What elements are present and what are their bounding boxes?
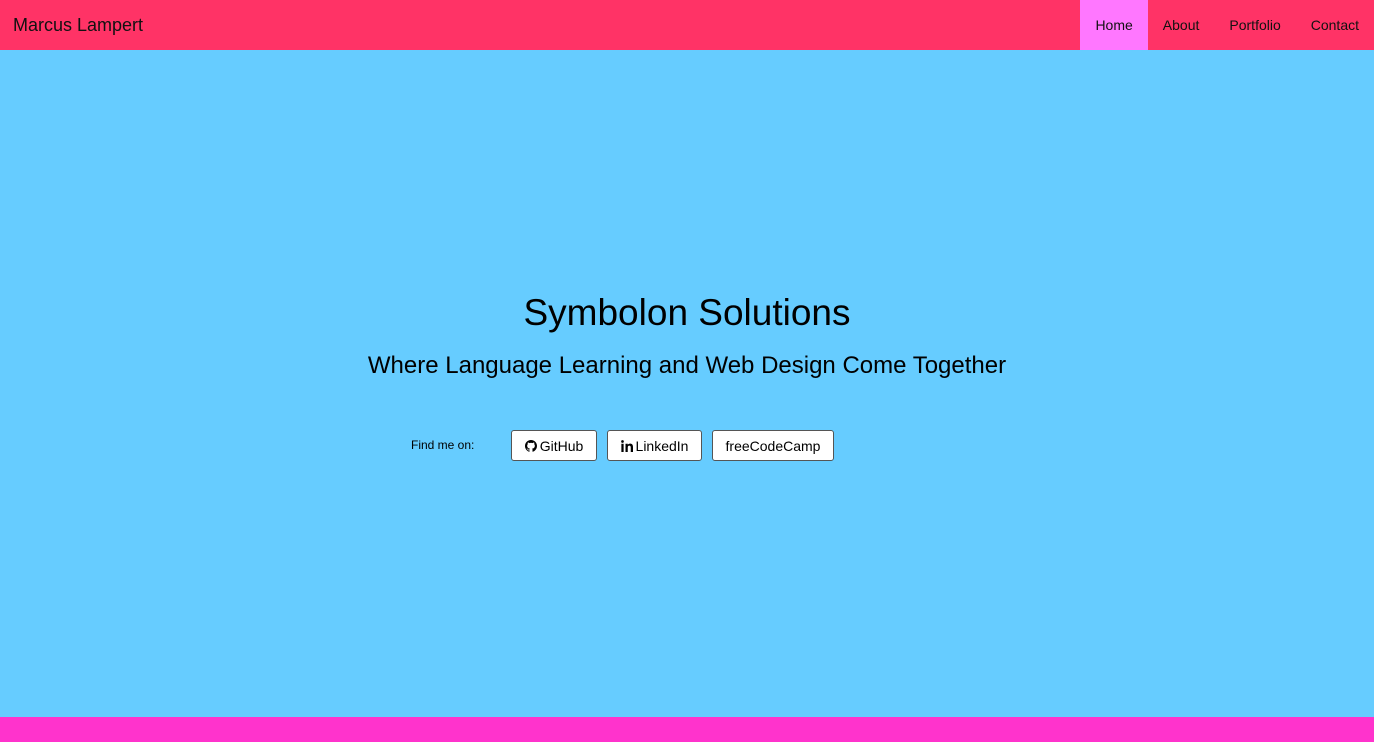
navbar: Marcus Lampert Home About Portfolio Cont… xyxy=(0,0,1374,50)
hero-subtitle: Where Language Learning and Web Design C… xyxy=(367,352,1007,379)
nav-item-home[interactable]: Home xyxy=(1080,0,1148,50)
find-me-label: Find me on: xyxy=(411,438,475,452)
github-icon xyxy=(524,439,537,452)
nav-item-portfolio[interactable]: Portfolio xyxy=(1214,0,1295,50)
nav-item-about[interactable]: About xyxy=(1148,0,1215,50)
brand-link[interactable]: Marcus Lampert xyxy=(13,0,143,50)
linkedin-label: LinkedIn xyxy=(635,437,689,454)
linkedin-icon xyxy=(620,439,633,452)
github-label: GitHub xyxy=(539,437,584,454)
freecodecamp-button[interactable]: freeCodeCamp xyxy=(712,430,834,461)
nav-item-contact[interactable]: Contact xyxy=(1296,0,1374,50)
nav-menu: Home About Portfolio Contact xyxy=(1080,0,1374,50)
freecodecamp-label: freeCodeCamp xyxy=(725,437,821,454)
footer xyxy=(0,717,1374,742)
hero-title: Symbolon Solutions xyxy=(523,292,851,333)
github-button[interactable]: GitHub xyxy=(511,430,597,461)
linkedin-button[interactable]: LinkedIn xyxy=(607,430,702,461)
hero-section: Symbolon Solutions Where Language Learni… xyxy=(0,50,1374,717)
